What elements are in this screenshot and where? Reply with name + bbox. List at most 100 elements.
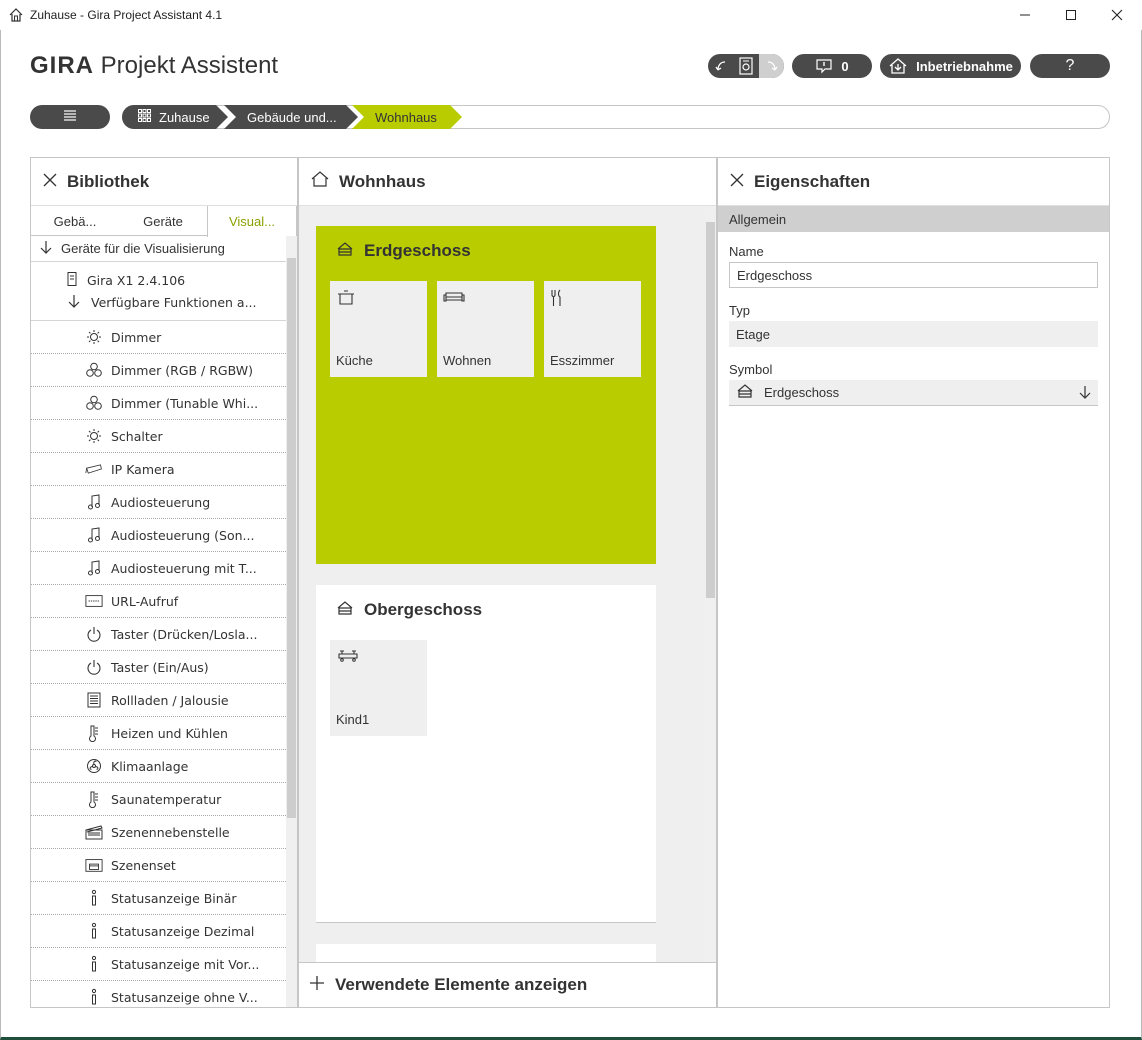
function-label: Schalter	[111, 428, 163, 444]
breadcrumb-item-wohnhaus[interactable]: Wohnhaus	[352, 105, 462, 129]
help-button[interactable]: ?	[1030, 54, 1110, 78]
function-item[interactable]: Statusanzeige Dezimal	[31, 915, 286, 948]
commission-button[interactable]: Inbetriebnahme	[880, 54, 1021, 78]
tab-geraete[interactable]: Geräte	[119, 206, 207, 236]
floor-header: Obergeschoss	[316, 585, 656, 635]
undo-redo-group	[708, 54, 784, 78]
type-value: Etage	[736, 326, 770, 342]
breadcrumb-item-gebaeude[interactable]: Gebäude und...	[224, 105, 358, 129]
info-icon	[85, 889, 103, 907]
chevron-down-icon	[1078, 385, 1092, 402]
function-label: Szenenset	[111, 857, 176, 873]
info-icon	[85, 988, 103, 1006]
function-item[interactable]: Szenenset	[31, 849, 286, 882]
room-name: Küche	[336, 353, 373, 368]
minimize-button[interactable]	[1002, 0, 1048, 30]
function-item[interactable]: Saunatemperatur	[31, 783, 286, 816]
fan-icon	[85, 757, 103, 775]
scrollbar-thumb[interactable]	[706, 222, 715, 598]
function-item[interactable]: Heizen und Kühlen	[31, 717, 286, 750]
properties-header: Eigenschaften	[718, 158, 1109, 206]
function-item[interactable]: Taster (Ein/Aus)	[31, 651, 286, 684]
function-item[interactable]: Dimmer (RGB / RGBW)	[31, 354, 286, 387]
undo-button[interactable]	[708, 54, 733, 78]
library-list: Geräte für die Visualisierung Gira X1 2.…	[31, 236, 286, 1007]
messages-button[interactable]: 0	[792, 54, 872, 78]
function-item[interactable]: Audiosteuerung (Son...	[31, 519, 286, 552]
floor-ground-icon	[736, 384, 754, 401]
list-group-header[interactable]: Geräte für die Visualisierung	[31, 236, 286, 262]
function-list: Dimmer Dimmer (RGB / RGBW) Dimmer (Tunable…	[31, 321, 286, 1007]
library-tabs: Gebä... Geräte Visual...	[31, 206, 297, 237]
function-item[interactable]: IP Kamera	[31, 453, 286, 486]
room-tile-esszimmer[interactable]: Esszimmer	[544, 281, 641, 377]
name-field[interactable]: Erdgeschoss	[729, 262, 1098, 288]
redo-button[interactable]	[759, 54, 784, 78]
music-icon	[85, 559, 103, 577]
function-item[interactable]: Rollladen / Jalousie	[31, 684, 286, 717]
function-label: Dimmer	[111, 329, 162, 345]
floor-card-obergeschoss[interactable]: Obergeschoss Kind1	[316, 585, 656, 923]
properties-panel: Eigenschaften Allgemein Name Erdgeschoss…	[717, 157, 1110, 1008]
title-bar: Zuhause - Gira Project Assistant 4.1	[0, 0, 1142, 30]
function-item[interactable]: Statusanzeige mit Vor...	[31, 948, 286, 981]
tab-gebaeude[interactable]: Gebä...	[31, 206, 119, 236]
sceneset-icon	[85, 856, 103, 874]
grid-icon	[138, 109, 151, 125]
info-icon	[85, 955, 103, 973]
function-item[interactable]: Taster (Drücken/Losla...	[31, 618, 286, 651]
floor-canvas: Erdgeschoss Küche Wohnen Esszimmer Oberg…	[299, 206, 705, 962]
arrow-down-icon	[67, 294, 81, 311]
blind-icon	[85, 691, 103, 709]
close-window-button[interactable]	[1094, 0, 1140, 30]
function-item[interactable]: Statusanzeige Binär	[31, 882, 286, 915]
function-label: Statusanzeige mit Vor...	[111, 956, 260, 972]
function-item[interactable]: Schalter	[31, 420, 286, 453]
room-tile-kueche[interactable]: Küche	[330, 281, 427, 377]
function-item[interactable]: Audiosteuerung mit T...	[31, 552, 286, 585]
properties-title: Eigenschaften	[754, 171, 871, 191]
floor-card-erdgeschoss[interactable]: Erdgeschoss Küche Wohnen Esszimmer	[316, 226, 656, 564]
breadcrumb-item-zuhause[interactable]: Zuhause	[122, 105, 228, 129]
function-item[interactable]: Dimmer (Tunable Whi...	[31, 387, 286, 420]
brand-title: GIRA Projekt Assistent	[30, 52, 278, 80]
function-item[interactable]: Statusanzeige ohne V...	[31, 981, 286, 1007]
message-icon	[815, 58, 833, 74]
room-name: Kind1	[336, 712, 370, 727]
function-item[interactable]: URL-Aufruf	[31, 585, 286, 618]
main-menu-button[interactable]	[30, 105, 110, 129]
maximize-button[interactable]	[1048, 0, 1094, 30]
tab-visualisierung[interactable]: Visual...	[207, 206, 297, 237]
function-item[interactable]: Dimmer	[31, 321, 286, 354]
device-item[interactable]: Gira X1 2.4.106 Verfügbare Funktionen a.…	[31, 269, 286, 321]
function-item[interactable]: Klimaanlage	[31, 750, 286, 783]
symbol-select[interactable]: Erdgeschoss	[729, 380, 1098, 406]
floor-upper-icon	[336, 600, 354, 620]
function-item[interactable]: Audiosteuerung	[31, 486, 286, 519]
room-tile-kind1[interactable]: Kind1	[330, 640, 427, 736]
canvas-scrollbar[interactable]	[705, 206, 716, 962]
show-used-elements-button[interactable]: Verwendete Elemente anzeigen	[299, 962, 716, 1007]
close-icon[interactable]	[730, 172, 744, 192]
function-label: Taster (Ein/Aus)	[111, 659, 209, 675]
power-icon	[85, 658, 103, 676]
floor-card-partial[interactable]	[316, 944, 656, 962]
sofa-icon	[443, 289, 465, 308]
function-item[interactable]: Szenennebenstelle	[31, 816, 286, 849]
function-label: Szenennebenstelle	[111, 824, 230, 840]
breadcrumb-label: Gebäude und...	[247, 109, 337, 125]
function-label: Klimaanlage	[111, 758, 189, 774]
snapshot-button[interactable]	[733, 54, 759, 78]
section-general[interactable]: Allgemein	[718, 206, 1109, 232]
help-label: ?	[1065, 57, 1075, 74]
power-icon	[85, 625, 103, 643]
messages-count: 0	[841, 58, 849, 74]
close-icon[interactable]	[43, 172, 57, 192]
scrollbar-thumb[interactable]	[287, 258, 296, 818]
group-label: Geräte für die Visualisierung	[61, 241, 225, 256]
library-scrollbar[interactable]	[286, 236, 297, 1007]
building-title: Wohnhaus	[339, 171, 426, 191]
library-panel: Bibliothek Gebä... Geräte Visual... Gerä…	[30, 157, 298, 1008]
room-tile-wohnen[interactable]: Wohnen	[437, 281, 534, 377]
name-value: Erdgeschoss	[737, 267, 813, 283]
